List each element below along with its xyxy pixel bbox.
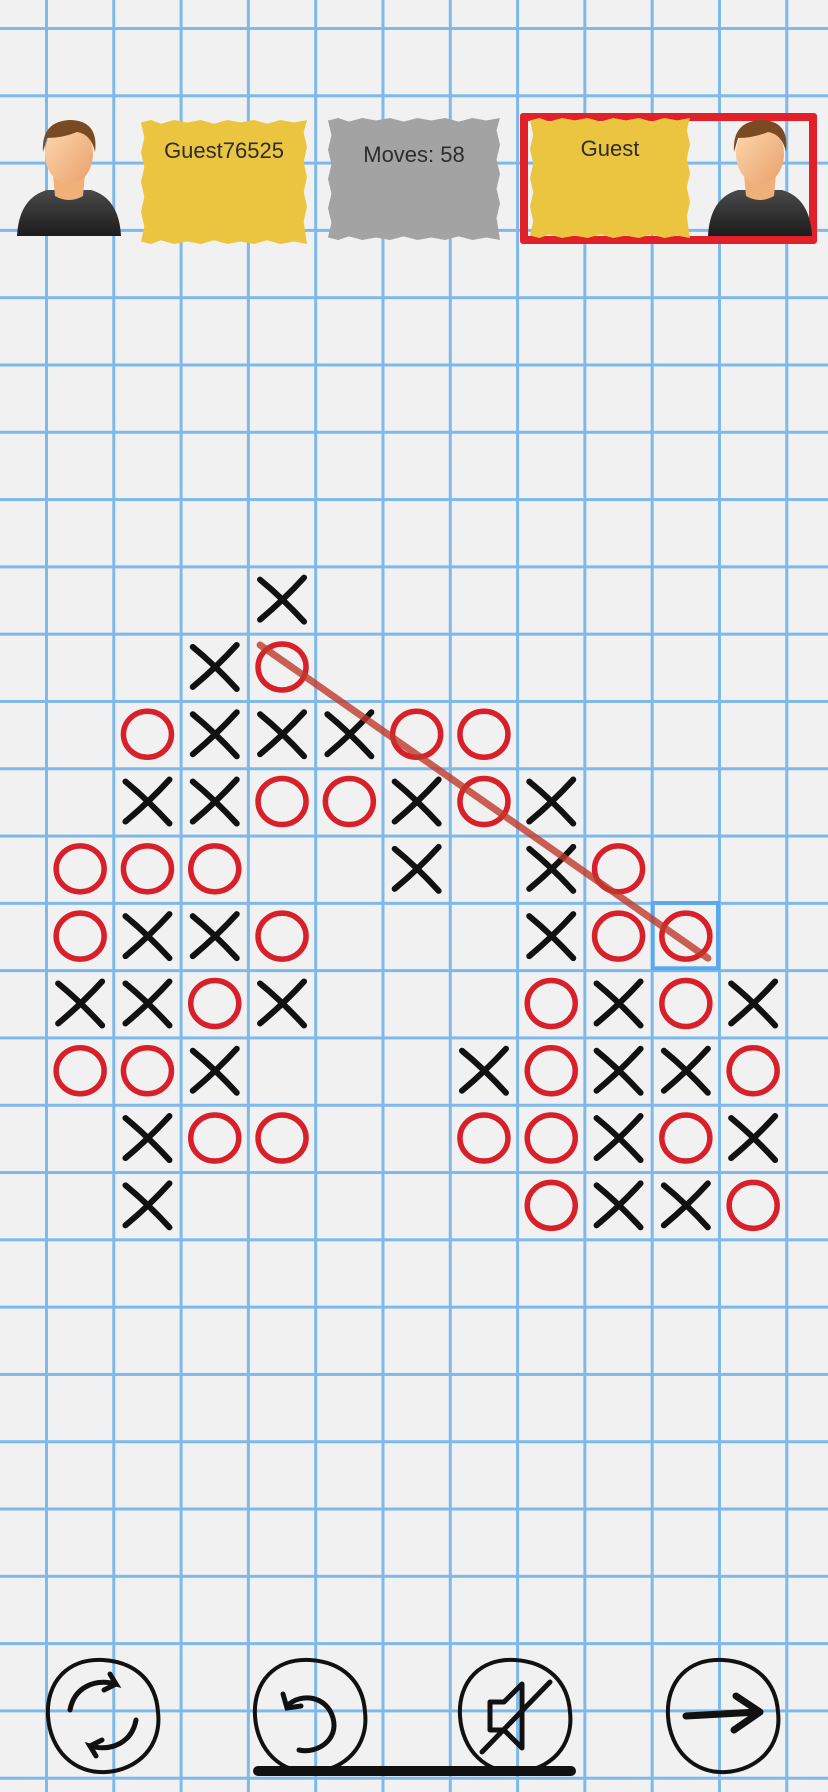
o-mark — [120, 1045, 175, 1097]
x-mark — [122, 1180, 173, 1231]
o-mark — [255, 1112, 309, 1164]
undo-icon — [252, 1657, 368, 1775]
mute-button[interactable] — [452, 1652, 578, 1778]
x-mark — [122, 776, 173, 827]
o-mark — [591, 910, 646, 962]
x-mark — [257, 978, 308, 1029]
o-mark — [457, 1112, 511, 1164]
x-mark — [660, 1180, 711, 1231]
o-mark — [120, 843, 175, 895]
x-mark — [189, 709, 240, 760]
x-mark — [526, 843, 577, 894]
o-mark — [457, 708, 511, 760]
x-mark — [257, 574, 308, 625]
o-mark — [659, 1112, 713, 1164]
o-mark — [188, 1112, 242, 1164]
o-mark — [726, 1179, 780, 1232]
x-mark — [526, 776, 577, 827]
game-board[interactable] — [0, 0, 828, 1792]
o-mark — [53, 843, 107, 895]
o-mark — [322, 775, 377, 828]
x-mark — [526, 911, 577, 962]
restart-button[interactable] — [40, 1652, 166, 1778]
o-mark — [120, 708, 175, 760]
x-mark — [122, 911, 173, 962]
x-mark — [122, 1113, 173, 1164]
o-mark — [188, 843, 242, 895]
x-mark — [189, 911, 240, 962]
x-mark — [728, 978, 779, 1029]
undo-button[interactable] — [247, 1652, 373, 1778]
o-mark — [53, 910, 107, 962]
o-mark — [659, 977, 713, 1030]
o-mark — [524, 1112, 578, 1164]
o-mark — [53, 1045, 107, 1097]
o-mark — [524, 977, 578, 1030]
x-mark — [593, 1180, 644, 1231]
x-mark — [593, 1113, 644, 1164]
x-mark — [189, 1045, 240, 1096]
x-mark — [593, 978, 644, 1029]
x-mark — [257, 709, 308, 760]
o-mark — [524, 1045, 578, 1097]
x-mark — [189, 776, 240, 827]
x-mark — [458, 1045, 509, 1096]
x-mark — [593, 1045, 644, 1096]
mute-icon — [457, 1657, 573, 1775]
x-mark — [122, 978, 173, 1029]
o-mark — [255, 910, 309, 962]
x-mark — [55, 978, 106, 1029]
o-mark — [726, 1045, 780, 1097]
o-mark — [255, 775, 309, 828]
x-mark — [391, 843, 442, 894]
x-mark — [728, 1113, 779, 1164]
next-button[interactable] — [660, 1652, 786, 1778]
home-indicator[interactable] — [253, 1766, 576, 1776]
x-mark — [189, 641, 240, 692]
x-mark — [391, 776, 442, 827]
next-arrow-icon — [665, 1657, 781, 1775]
o-mark — [188, 977, 242, 1030]
restart-icon — [45, 1657, 161, 1775]
o-mark — [524, 1179, 578, 1232]
x-mark — [660, 1045, 711, 1096]
